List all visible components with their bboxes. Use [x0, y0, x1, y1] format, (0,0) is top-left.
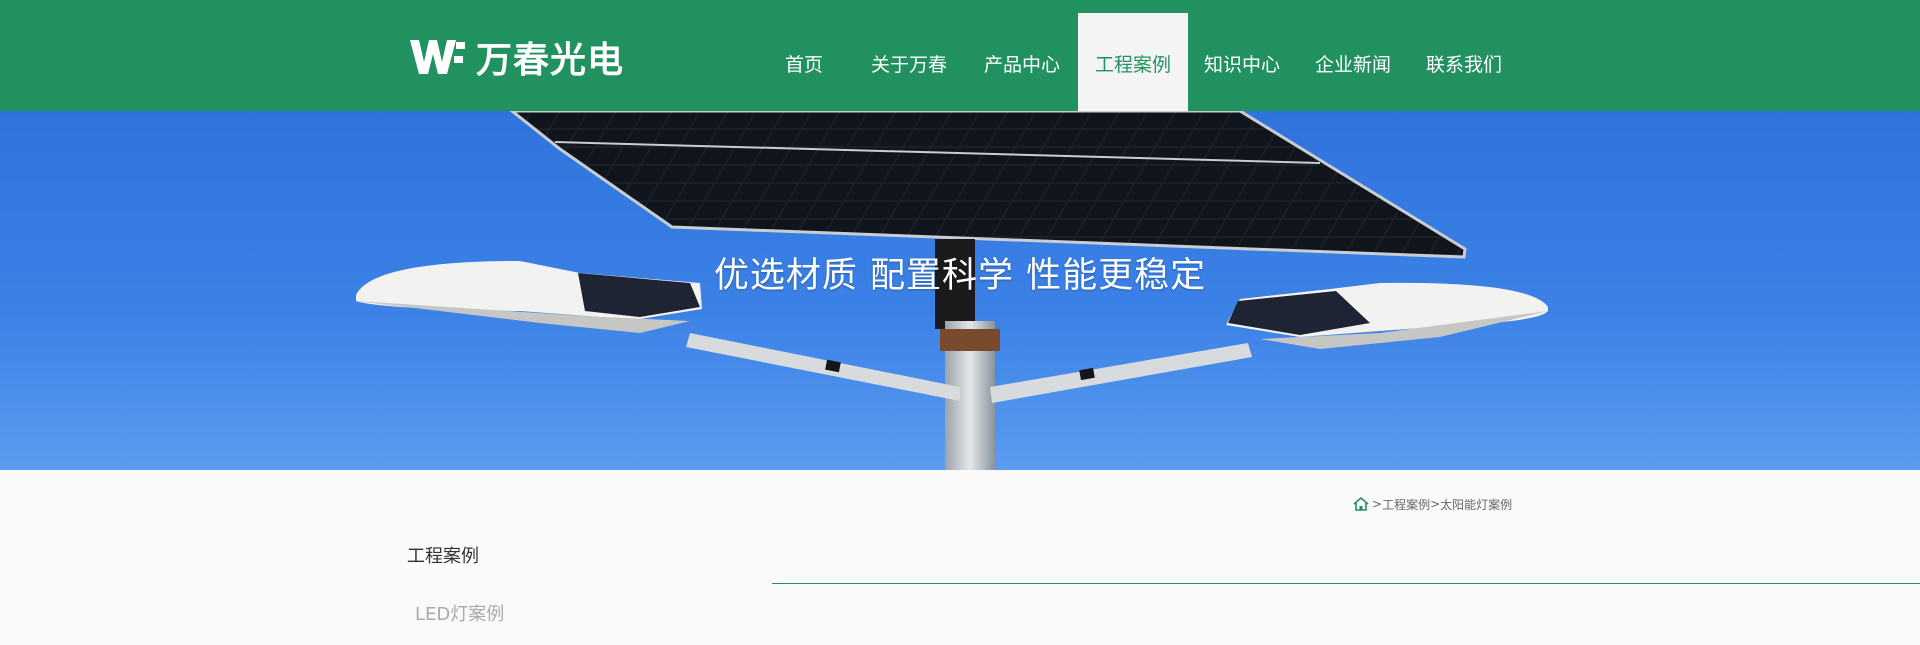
- main-nav: 首页 关于万春 产品中心 工程案例 知识中心 企业新闻 联系我们: [0, 13, 1920, 111]
- breadcrumb-separator: >: [1430, 497, 1441, 511]
- breadcrumb-solar-cases-link[interactable]: 太阳能灯案例: [1440, 496, 1512, 513]
- breadcrumb: > 工程案例 > 太阳能灯案例: [1352, 496, 1512, 512]
- site-header: 万春光电 首页 关于万春 产品中心 工程案例 知识中心 企业新闻 联系我们: [0, 0, 1920, 111]
- sidebar-title: 工程案例: [407, 546, 479, 567]
- hero-banner: 优选材质 配置科学 性能更稳定: [0, 111, 1920, 470]
- nav-item-knowledge[interactable]: 知识中心: [1198, 13, 1286, 111]
- sidebar-item-led-cases[interactable]: LED灯案例: [415, 600, 504, 626]
- breadcrumb-separator: >: [1372, 497, 1383, 511]
- nav-item-products[interactable]: 产品中心: [978, 13, 1066, 111]
- nav-item-news[interactable]: 企业新闻: [1309, 13, 1397, 111]
- banner-slogan: 优选材质 配置科学 性能更稳定: [713, 256, 1207, 296]
- breadcrumb-cases-link[interactable]: 工程案例: [1382, 496, 1430, 513]
- content-divider: [772, 583, 1920, 584]
- nav-item-contact[interactable]: 联系我们: [1420, 13, 1508, 111]
- nav-item-about[interactable]: 关于万春: [866, 13, 952, 111]
- home-icon[interactable]: [1352, 496, 1370, 512]
- nav-item-cases[interactable]: 工程案例: [1078, 13, 1188, 111]
- nav-item-home[interactable]: 首页: [770, 13, 838, 111]
